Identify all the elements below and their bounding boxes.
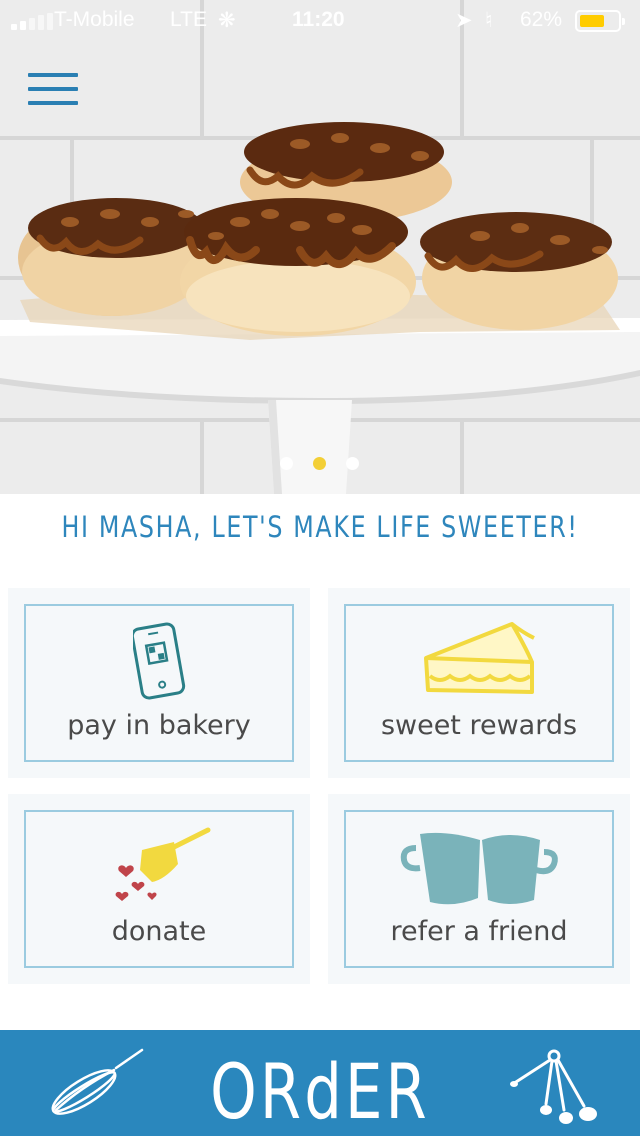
tile-label: sweet rewards <box>380 710 578 741</box>
greeting-heading: HI MASHA, LET'S MAKE LIFE SWEETER! <box>61 510 579 544</box>
battery-percent: 62% <box>520 8 563 31</box>
order-button[interactable]: ORdER <box>0 1030 640 1136</box>
refer-a-friend-tile[interactable]: refer a friend <box>328 794 630 984</box>
pay-in-bakery-tile[interactable]: pay in bakery <box>8 588 310 778</box>
hero-carousel[interactable]: T-Mobile LTE ❋ 11:20 ➤ ♮ 62% <box>0 0 640 494</box>
network-type: LTE <box>170 8 207 31</box>
signal-strength-icon <box>11 13 53 30</box>
status-bar: T-Mobile LTE ❋ 11:20 ➤ ♮ 62% <box>0 0 640 40</box>
phone-icon <box>133 622 186 700</box>
tile-label: donate <box>111 916 207 947</box>
sweet-rewards-tile[interactable]: sweet rewards <box>328 588 630 778</box>
order-label: ORdER <box>210 1047 430 1136</box>
pie-slice-icon <box>424 622 535 694</box>
battery-icon <box>575 10 625 32</box>
hamburger-menu-icon[interactable] <box>20 66 86 116</box>
donate-tile[interactable]: donate <box>8 794 310 984</box>
carousel-dot[interactable] <box>280 457 293 470</box>
two-mugs-icon <box>400 832 558 905</box>
carousel-dot[interactable] <box>346 457 359 470</box>
measuring-spoons-icon <box>510 1049 597 1124</box>
carrier-name: T-Mobile <box>54 8 135 31</box>
carousel-pagination <box>280 457 359 470</box>
tile-label: pay in bakery <box>67 710 251 741</box>
activity-spinner-icon: ❋ <box>218 9 236 32</box>
location-arrow-icon: ➤ <box>455 9 473 32</box>
carousel-dot-active[interactable] <box>313 457 326 470</box>
hero-photo <box>0 122 640 494</box>
clock: 11:20 <box>292 8 345 31</box>
measuring-cup-hearts-icon <box>115 827 211 901</box>
headphones-icon: ♮ <box>485 9 493 32</box>
tile-label: refer a friend <box>390 916 568 947</box>
